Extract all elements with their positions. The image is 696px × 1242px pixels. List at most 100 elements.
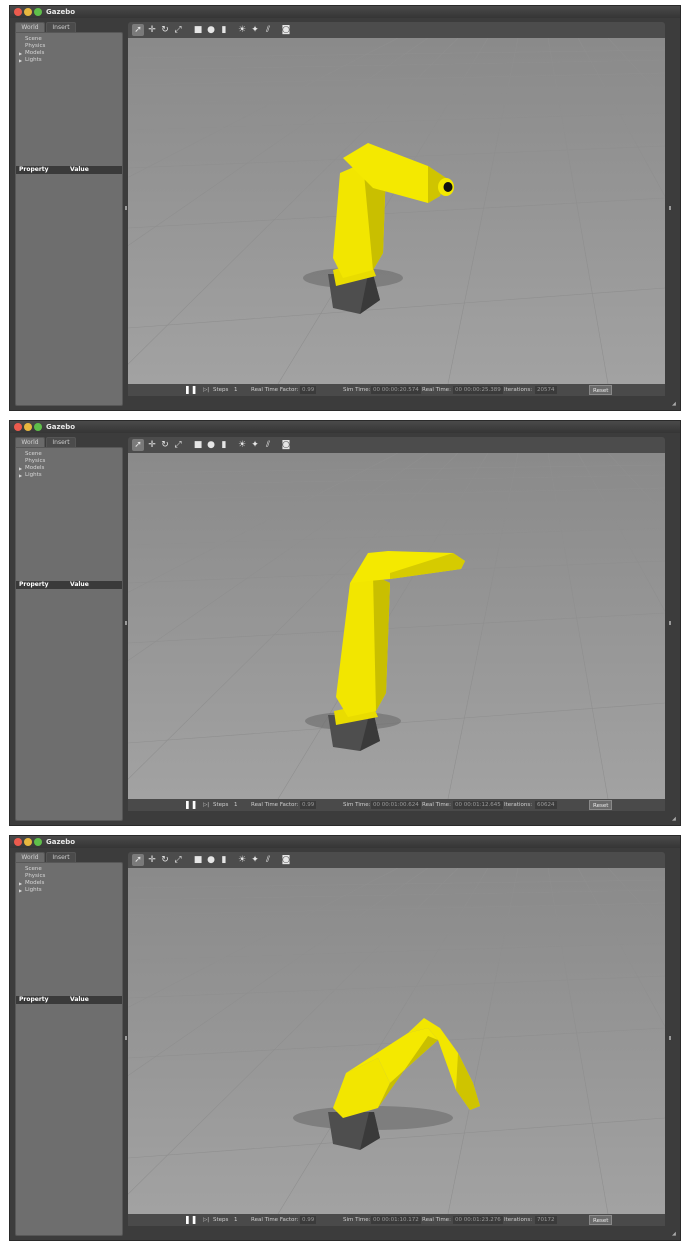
rotate-icon[interactable]: ↻ xyxy=(159,854,171,866)
tab-insert[interactable]: Insert xyxy=(46,437,76,447)
sphere-shape-icon[interactable]: ● xyxy=(205,24,217,36)
minimize-window-button[interactable] xyxy=(24,838,32,846)
point-light-icon[interactable]: ☀ xyxy=(236,854,248,866)
minimize-window-button[interactable] xyxy=(24,423,32,431)
maximize-window-button[interactable] xyxy=(34,423,42,431)
directional-light-icon[interactable]: ⫽ xyxy=(262,24,274,36)
step-icon[interactable]: ▷| xyxy=(203,799,209,811)
tree-item-label: Models xyxy=(25,880,45,886)
expand-arrow-icon[interactable]: ▶ xyxy=(19,880,22,887)
tree-item-label: Lights xyxy=(25,472,42,478)
3d-viewport[interactable] xyxy=(128,38,665,384)
scale-icon[interactable]: ⤢ xyxy=(172,24,184,36)
reset-button[interactable]: Reset xyxy=(589,1215,613,1225)
pause-icon[interactable]: ❚❚ xyxy=(184,1214,197,1226)
splitter-handle[interactable] xyxy=(125,206,127,210)
rtf-label: Real Time Factor: xyxy=(251,1217,299,1223)
close-window-button[interactable] xyxy=(14,423,22,431)
step-icon[interactable]: ▷| xyxy=(203,1214,209,1226)
status-bar: ❚❚ ▷| Steps 1 Real Time Factor: 0.99 Sim… xyxy=(128,1214,665,1226)
tree-item-scene[interactable]: Scene xyxy=(25,866,42,873)
spot-light-icon[interactable]: ✦ xyxy=(249,24,261,36)
cylinder-shape-icon[interactable]: ▮ xyxy=(218,439,230,451)
translate-icon[interactable]: ✛ xyxy=(146,24,158,36)
splitter-handle[interactable] xyxy=(669,621,671,625)
scene-render xyxy=(128,868,665,1214)
translate-icon[interactable]: ✛ xyxy=(146,854,158,866)
select-arrow-icon[interactable]: ➚ xyxy=(132,24,144,36)
tree-item-physics[interactable]: Physics xyxy=(25,458,45,465)
pause-icon[interactable]: ❚❚ xyxy=(184,799,197,811)
tab-insert[interactable]: Insert xyxy=(46,22,76,32)
tree-item-lights[interactable]: ▶ Lights xyxy=(19,57,42,64)
box-shape-icon[interactable]: ■ xyxy=(192,24,204,36)
expand-arrow-icon[interactable]: ▶ xyxy=(19,465,22,472)
screenshot-icon[interactable]: ◙ xyxy=(280,854,292,866)
close-window-button[interactable] xyxy=(14,838,22,846)
tree-item-models[interactable]: ▶ Models xyxy=(19,465,44,472)
splitter-handle[interactable] xyxy=(669,206,671,210)
expand-arrow-icon[interactable]: ▶ xyxy=(19,472,22,479)
tab-world[interactable]: World xyxy=(15,22,45,32)
tab-insert[interactable]: Insert xyxy=(46,852,76,862)
tab-world[interactable]: World xyxy=(15,437,45,447)
screenshot-icon[interactable]: ◙ xyxy=(280,439,292,451)
sphere-shape-icon[interactable]: ● xyxy=(205,439,217,451)
splitter-handle[interactable] xyxy=(125,621,127,625)
box-shape-icon[interactable]: ■ xyxy=(192,439,204,451)
directional-light-icon[interactable]: ⫽ xyxy=(262,439,274,451)
tree-item-lights[interactable]: ▶ Lights xyxy=(19,887,42,894)
expand-arrow-icon[interactable]: ▶ xyxy=(19,50,22,57)
maximize-window-button[interactable] xyxy=(34,8,42,16)
steps-dropdown[interactable]: 1 xyxy=(234,1214,238,1226)
screenshot-icon[interactable]: ◙ xyxy=(280,24,292,36)
step-icon[interactable]: ▷| xyxy=(203,384,209,396)
minimize-window-button[interactable] xyxy=(24,8,32,16)
point-light-icon[interactable]: ☀ xyxy=(236,24,248,36)
3d-viewport[interactable] xyxy=(128,868,665,1214)
toolbar: ➚ ✛ ↻ ⤢ ■ ● ▮ ☀ ✦ ⫽ ◙ xyxy=(128,437,665,453)
maximize-window-button[interactable] xyxy=(34,838,42,846)
resize-grip-icon[interactable]: ◢ xyxy=(672,1232,677,1237)
tree-item-physics[interactable]: Physics xyxy=(25,873,45,880)
close-window-button[interactable] xyxy=(14,8,22,16)
tree-item-scene[interactable]: Scene xyxy=(25,451,42,458)
rotate-icon[interactable]: ↻ xyxy=(159,24,171,36)
expand-arrow-icon[interactable]: ▶ xyxy=(19,887,22,894)
directional-light-icon[interactable]: ⫽ xyxy=(262,854,274,866)
resize-grip-icon[interactable]: ◢ xyxy=(672,402,677,407)
steps-dropdown[interactable]: 1 xyxy=(234,799,238,811)
scale-icon[interactable]: ⤢ xyxy=(172,439,184,451)
select-arrow-icon[interactable]: ➚ xyxy=(132,854,144,866)
splitter-handle[interactable] xyxy=(125,1036,127,1040)
expand-arrow-icon[interactable]: ▶ xyxy=(19,57,22,64)
tree-item-models[interactable]: ▶ Models xyxy=(19,50,44,57)
value-column-header: Value xyxy=(70,996,89,1003)
sphere-shape-icon[interactable]: ● xyxy=(205,854,217,866)
pause-icon[interactable]: ❚❚ xyxy=(184,384,197,396)
reset-button[interactable]: Reset xyxy=(589,800,613,810)
point-light-icon[interactable]: ☀ xyxy=(236,439,248,451)
select-arrow-icon[interactable]: ➚ xyxy=(132,439,144,451)
3d-viewport[interactable] xyxy=(128,453,665,799)
tab-world[interactable]: World xyxy=(15,852,45,862)
tree-item-models[interactable]: ▶ Models xyxy=(19,880,45,887)
resize-grip-icon[interactable]: ◢ xyxy=(672,817,677,822)
rotate-icon[interactable]: ↻ xyxy=(159,439,171,451)
reset-button[interactable]: Reset xyxy=(589,385,613,395)
spot-light-icon[interactable]: ✦ xyxy=(249,854,261,866)
box-shape-icon[interactable]: ■ xyxy=(192,854,204,866)
cylinder-shape-icon[interactable]: ▮ xyxy=(218,24,230,36)
steps-dropdown[interactable]: 1 xyxy=(234,384,238,396)
splitter-handle[interactable] xyxy=(669,1036,671,1040)
tree-item-physics[interactable]: Physics xyxy=(25,43,45,50)
real-time-value: 00 00:01:12.645 xyxy=(453,801,503,809)
translate-icon[interactable]: ✛ xyxy=(146,439,158,451)
cylinder-shape-icon[interactable]: ▮ xyxy=(218,854,230,866)
tree-item-lights[interactable]: ▶ Lights xyxy=(19,472,42,479)
rtf-label: Real Time Factor: xyxy=(251,802,299,808)
scale-icon[interactable]: ⤢ xyxy=(172,854,184,866)
tree-item-scene[interactable]: Scene xyxy=(25,36,42,43)
spot-light-icon[interactable]: ✦ xyxy=(249,439,261,451)
sim-time-label: Sim Time: xyxy=(343,802,371,808)
